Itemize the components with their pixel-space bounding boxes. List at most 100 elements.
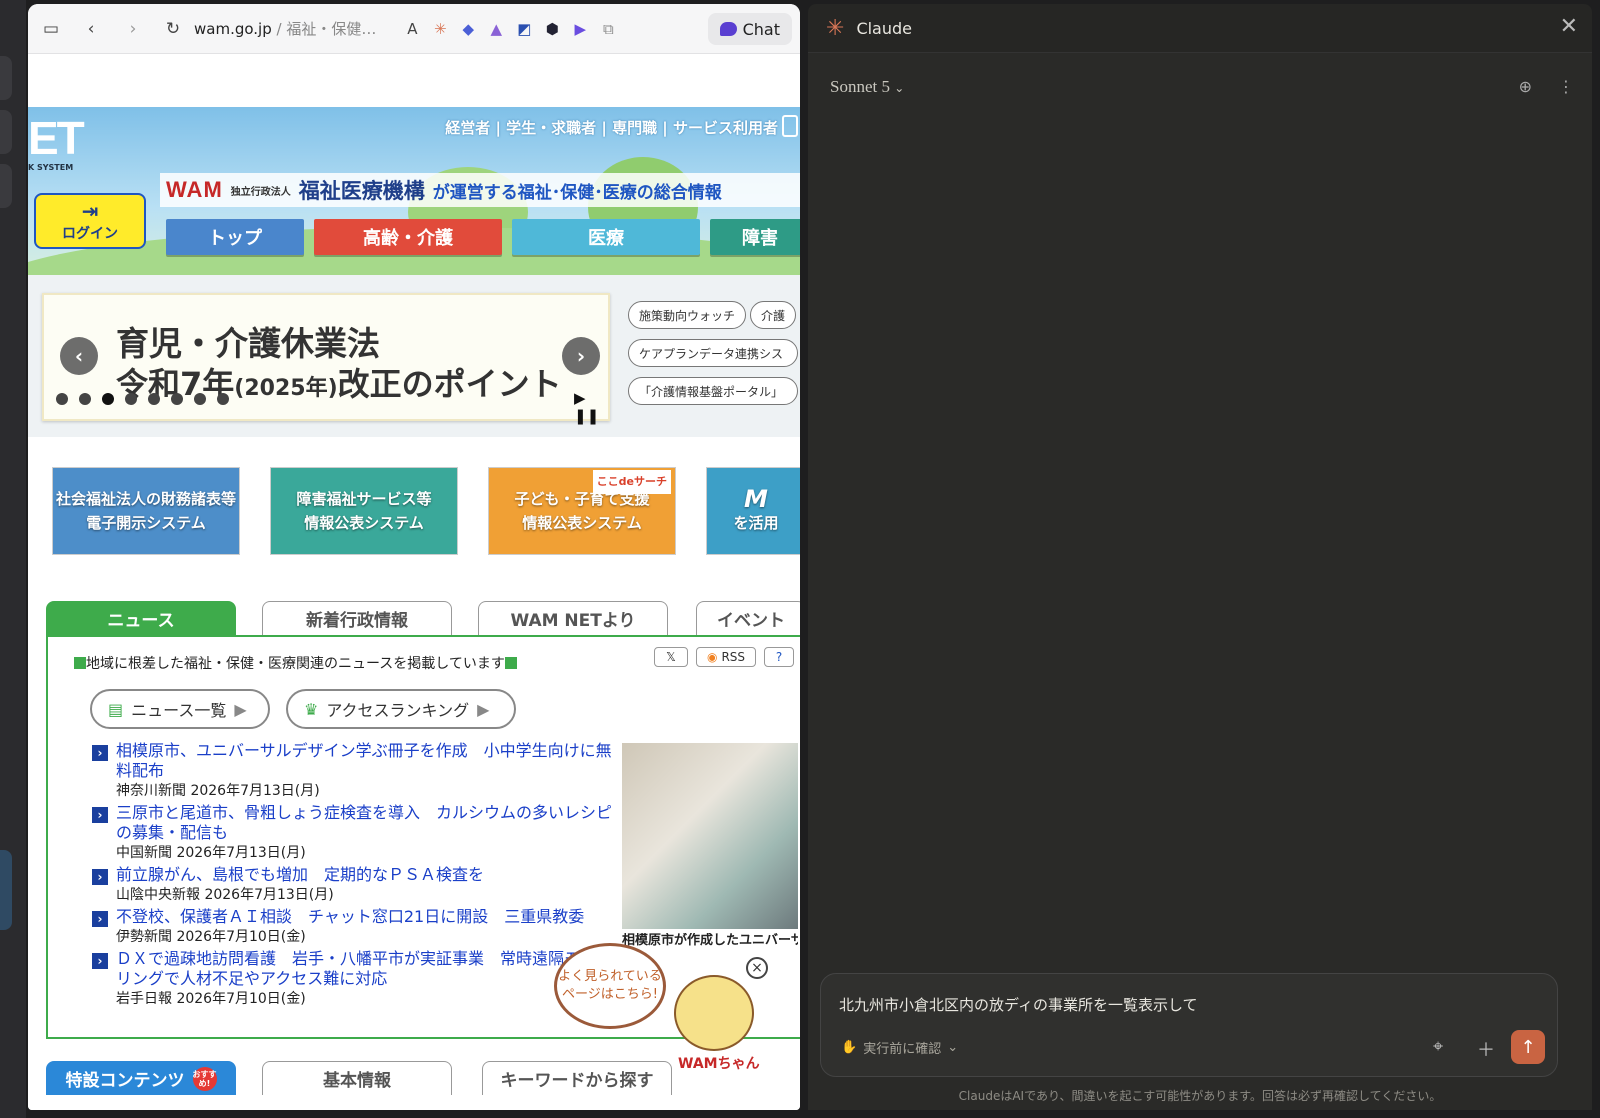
extension-translate-icon[interactable]: ◩ [510, 15, 538, 43]
dock-item[interactable] [0, 850, 12, 930]
site-logo[interactable]: ET [28, 111, 85, 165]
square-icon [504, 657, 517, 669]
news-intro: 地域に根差した福祉・保健・医療関連のニュースを掲載しています [74, 653, 517, 673]
address-bar[interactable]: wam.go.jp / 福祉・保健… [194, 18, 376, 39]
news-photo-caption[interactable]: 相模原市が作成したユニバーサルデザインを学ぶ小中学生向け [622, 933, 798, 949]
tag-item[interactable]: 「介護情報基盤ポータル」 [628, 377, 798, 405]
back-icon[interactable]: ‹ [76, 14, 106, 44]
system-banner-badge: ここdeサーチ [592, 470, 671, 494]
reload-icon[interactable]: ↻ [158, 14, 188, 44]
message-composer[interactable]: 北九州市小倉北区内の放ディの事業所を一覧表示して ✋ 実行前に確認 ⌄ ⌖ ＋ ↑ [820, 973, 1558, 1077]
carousel-prev-button[interactable]: ‹ [60, 337, 98, 375]
system-banner-line: 情報公表システム [304, 514, 424, 532]
help-button[interactable]: ? [764, 647, 794, 667]
system-banner-financial[interactable]: 社会福祉法人の財務諸表等 電子開示システム [52, 467, 240, 555]
tag-item[interactable]: ケアプランデータ連携シス [628, 339, 798, 367]
system-banner-childcare[interactable]: ここdeサーチ 子ども・子育て支援 情報公表システム [488, 467, 676, 555]
nav-medical[interactable]: 医療 [512, 219, 700, 255]
cursor-select-icon[interactable]: ⌖ [1433, 1036, 1443, 1057]
logo-subtitle: K SYSTEM [28, 163, 74, 172]
hand-icon: ✋ [841, 1040, 858, 1055]
extension-flame-icon[interactable]: ▲ [482, 15, 510, 43]
tab-keyword-search[interactable]: キーワードから探す [482, 1061, 672, 1095]
chat-button[interactable]: Chat [707, 13, 792, 45]
carousel-play-pause[interactable]: ▶ ❚❚ [574, 389, 608, 425]
claude-extension-icon[interactable]: ✳ [426, 15, 454, 43]
news-list-button[interactable]: ▤ ニュース一覧 ▶ [90, 689, 270, 729]
tab-label: 基本情報 [323, 1071, 391, 1091]
news-link[interactable]: 不登校、保護者ＡＩ相談 チャット窓口21日に開設 三重県教委 [116, 907, 584, 927]
sidebar-toggle-icon[interactable]: ▭ [36, 14, 66, 44]
news-tabs: ニュース 新着行政情報 WAM NETより イベント [28, 585, 800, 635]
chevron-right-icon: › [92, 807, 108, 823]
carousel[interactable]: 育児・介護休業法 令和7年(2025年)改正のポイント ‹ › ▶ ❚❚ [42, 293, 610, 425]
carousel-next-button[interactable]: › [562, 337, 600, 375]
login-button[interactable]: ⇥ ログイン [34, 193, 146, 249]
claude-conversation: Sonnet 5 ⌄ ⊕ ⋮ 北九州市小倉北区内の放ディの事業所を一覧表示して … [808, 52, 1592, 1110]
device-icon[interactable] [782, 115, 798, 137]
share-x-button[interactable]: 𝕏 [654, 647, 688, 667]
chevron-right-icon: › [576, 344, 586, 368]
tab-events[interactable]: イベント [696, 601, 800, 635]
dock-item[interactable] [0, 164, 12, 208]
carousel-dot[interactable] [79, 393, 91, 405]
dock-item[interactable] [0, 56, 12, 100]
tag-item[interactable]: 施策動向ウォッチ [628, 301, 747, 329]
extension-diamond-icon[interactable]: ◆ [454, 15, 482, 43]
carousel-dot[interactable] [194, 393, 206, 405]
close-icon[interactable]: ✕ [1560, 14, 1578, 39]
wam-tagline: が運営する福祉･保健･医療の総合情報 [432, 182, 722, 203]
wam-banner: WAM 独立行政法人 福祉医療機構 が運営する福祉･保健･医療の総合情報 [160, 173, 800, 207]
help-icon: ? [775, 650, 783, 664]
news-link[interactable]: 相模原市、ユニバーサルデザイン学ぶ冊子を作成 小中学生向けに無料配布 [116, 741, 612, 781]
popular-pages-bubble[interactable]: よく見られている ページはこちら! [554, 943, 666, 1029]
news-source: 岩手日報 2026年7月10日(金) [116, 991, 306, 1007]
carousel-dot[interactable] [56, 393, 68, 405]
list-item: › 三原市と尾道市、骨粗しょう症検査を導入 カルシウムの多いレシピの募集・配信も… [92, 803, 612, 865]
access-ranking-button[interactable]: ♛ アクセスランキング ▶ [286, 689, 516, 729]
model-selector[interactable]: Sonnet 5 ⌄ [830, 77, 904, 97]
permission-mode-selector[interactable]: ✋ 実行前に確認 ⌄ [841, 1038, 958, 1057]
nav-disability[interactable]: 障害 [710, 219, 800, 255]
carousel-dots [56, 393, 229, 405]
carousel-dot[interactable] [171, 393, 183, 405]
rss-button[interactable]: ◉ RSS [696, 647, 756, 667]
extension-puzzle-icon[interactable]: ⧉ [594, 15, 622, 43]
system-banner-other[interactable]: M を活用 [706, 467, 800, 555]
nav-label: トップ [208, 228, 262, 249]
tab-admin-info[interactable]: 新着行政情報 [262, 601, 452, 635]
chevron-right-icon: › [92, 869, 108, 885]
audience-links[interactable]: 経営者 | 学生・求職者 | 専門職 | サービス利用者 [445, 117, 778, 138]
dock-item[interactable] [0, 110, 12, 154]
tab-basic-info[interactable]: 基本情報 [262, 1061, 452, 1095]
tag-item[interactable]: 介護 [750, 301, 797, 329]
carousel-dot[interactable] [148, 393, 160, 405]
add-icon[interactable]: ＋ [1477, 1036, 1495, 1062]
nav-elderly-care[interactable]: 高齢・介護 [314, 219, 502, 255]
news-link[interactable]: 前立腺がん、島根でも増加 定期的なＰＳＡ検査を [116, 865, 484, 885]
carousel-dot[interactable] [125, 393, 137, 405]
carousel-dot[interactable] [217, 393, 229, 405]
news-source: 中国新聞 2026年7月13日(月) [116, 845, 306, 861]
news-link[interactable]: 三原市と尾道市、骨粗しょう症検査を導入 カルシウムの多いレシピの募集・配信も [116, 803, 612, 843]
new-chat-icon[interactable]: ⊕ [1519, 77, 1532, 96]
nav-label: 医療 [588, 228, 624, 249]
forward-icon[interactable]: › [118, 14, 148, 44]
translate-icon[interactable]: A [398, 15, 426, 43]
tab-special-content[interactable]: 特設コンテンツ おすすめ! [46, 1061, 236, 1095]
nav-top[interactable]: トップ [166, 219, 304, 255]
wamchan-mascot-icon[interactable] [674, 975, 754, 1051]
system-banner-disability[interactable]: 障害福祉サービス等 情報公表システム [270, 467, 458, 555]
close-mascot-button[interactable]: × [746, 957, 768, 979]
tab-wamnet[interactable]: WAM NETより [478, 601, 668, 635]
tab-news[interactable]: ニュース [46, 601, 236, 635]
news-photo[interactable] [622, 743, 798, 929]
send-button[interactable]: ↑ [1511, 1030, 1545, 1064]
more-options-icon[interactable]: ⋮ [1558, 77, 1574, 96]
extension-play-icon[interactable]: ▶ [566, 15, 594, 43]
tab-label: 特設コンテンツ [65, 1071, 185, 1091]
extension-cube-icon[interactable]: ⬢ [538, 15, 566, 43]
carousel-dot-active[interactable] [102, 393, 114, 405]
news-link[interactable]: ＤＸで過疎地訪問看護 岩手・八幡平市が実証事業 常時遠隔モニタリングで人材不足や… [116, 949, 612, 989]
prompt-input[interactable]: 北九州市小倉北区内の放ディの事業所を一覧表示して [839, 994, 1198, 1015]
